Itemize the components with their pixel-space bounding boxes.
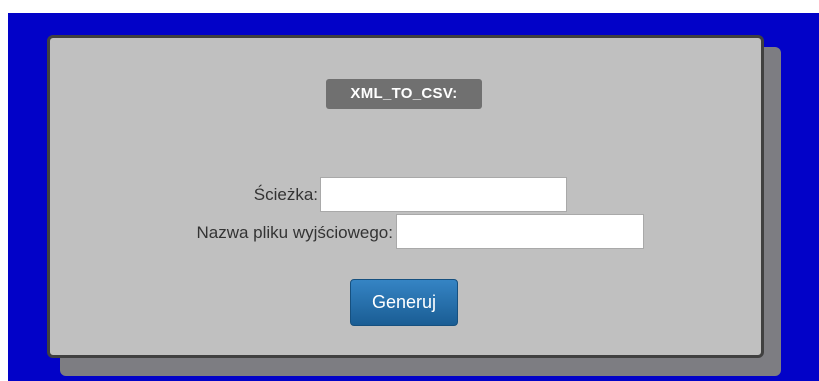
path-label: Ścieżka: xyxy=(253,185,318,204)
output-filename-label: Nazwa pliku wyjściowego: xyxy=(196,223,393,242)
path-input[interactable] xyxy=(320,177,567,212)
form-title-badge: XML_TO_CSV: xyxy=(326,79,482,109)
generate-button[interactable]: Generuj xyxy=(350,279,458,326)
output-filename-input[interactable] xyxy=(396,214,644,249)
